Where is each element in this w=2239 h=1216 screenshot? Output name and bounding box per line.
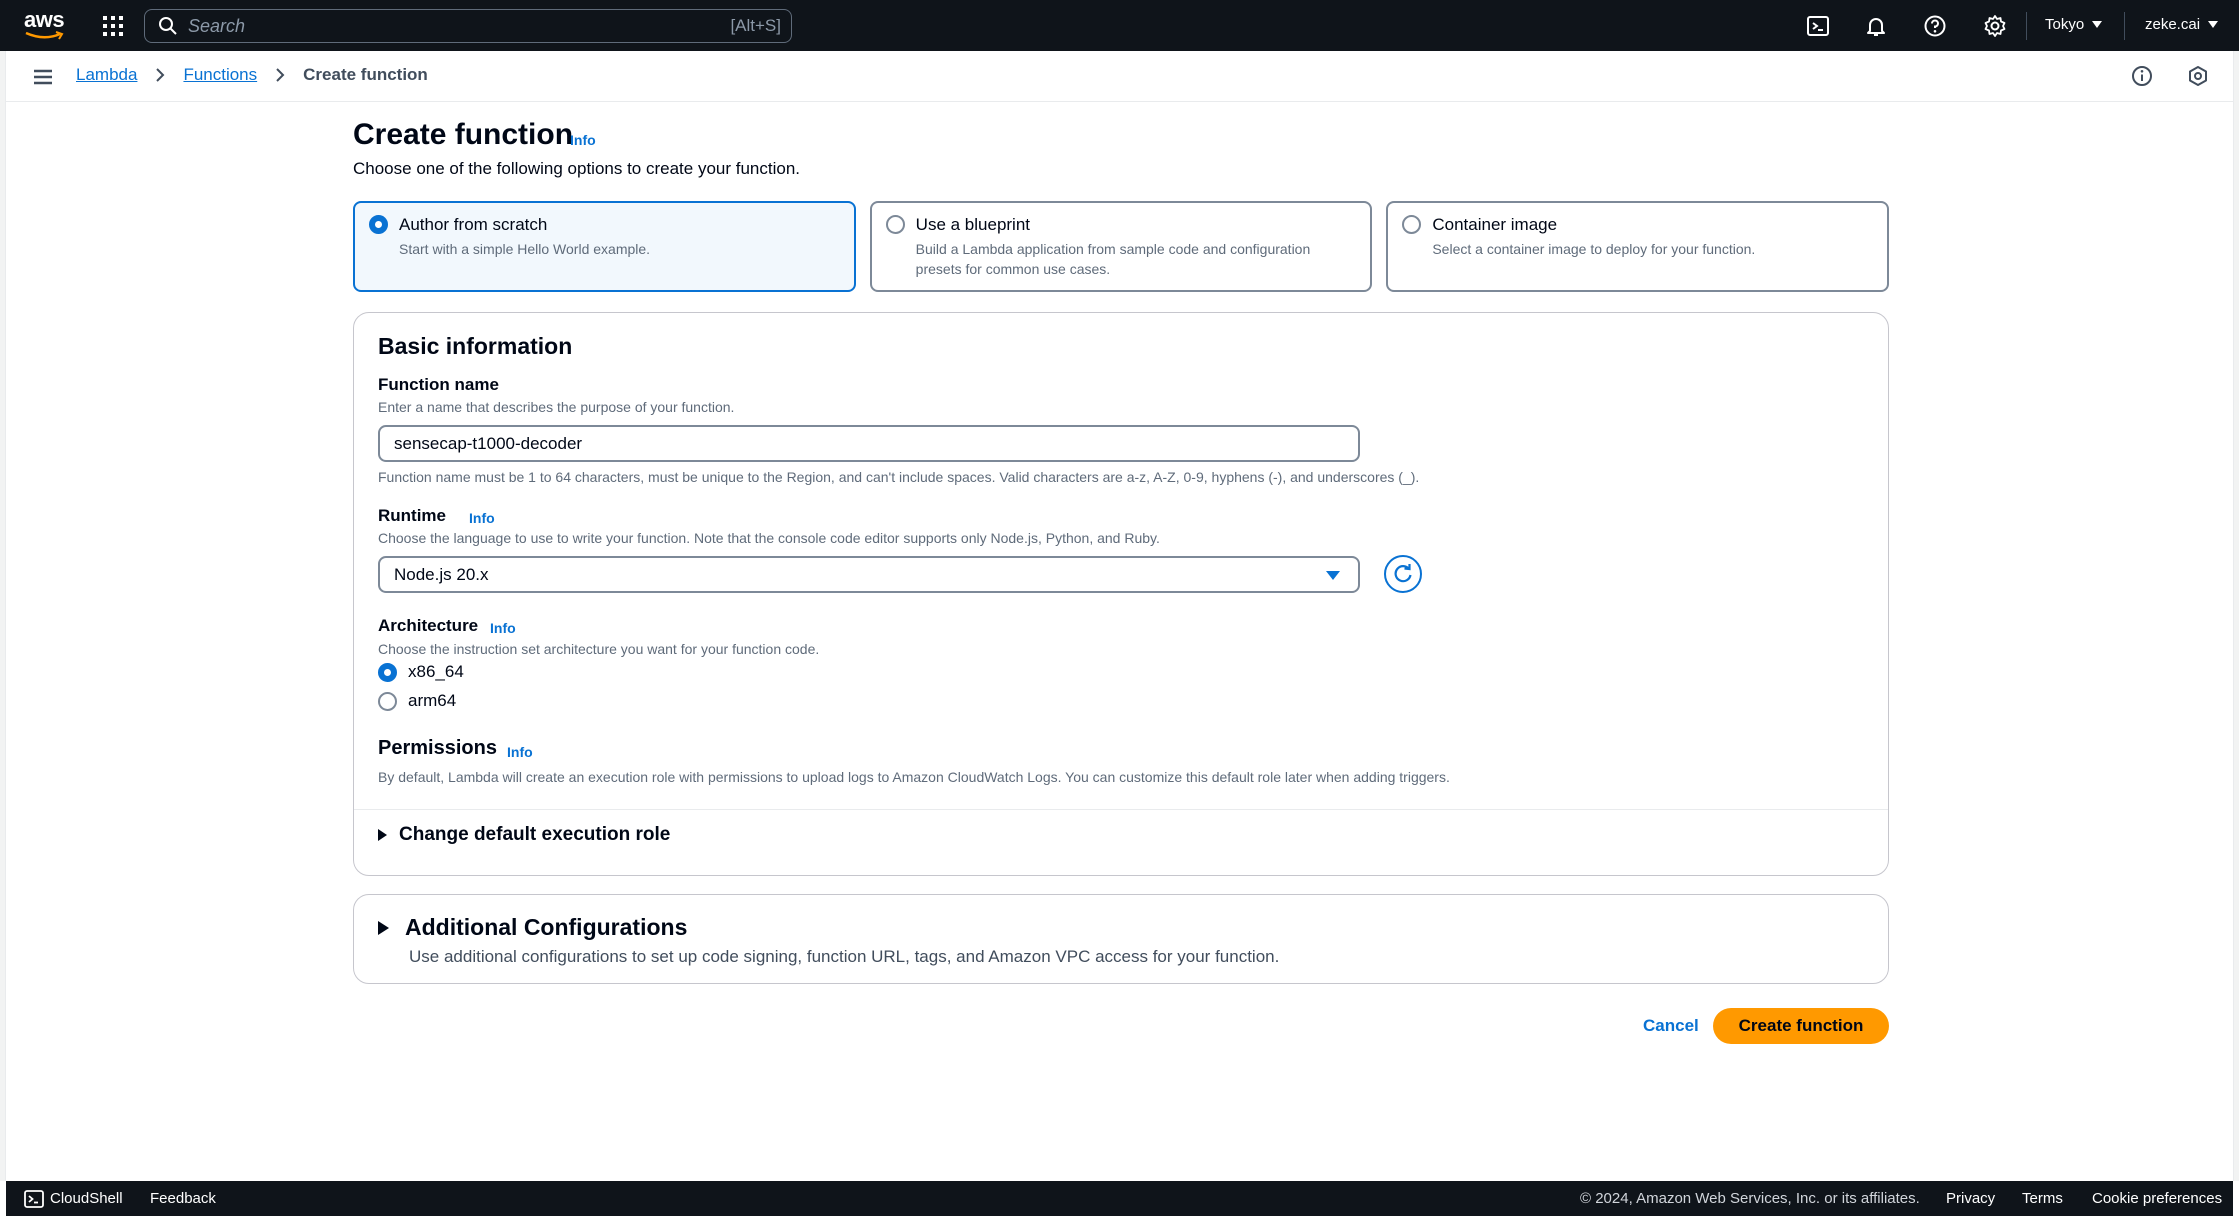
additional-configurations-expander[interactable]: Additional Configurations (378, 914, 687, 941)
change-execution-role-expander[interactable]: Change default execution role (378, 824, 670, 846)
breadcrumb-lambda[interactable]: Lambda (76, 65, 137, 85)
privacy-link[interactable]: Privacy (1946, 1190, 1995, 1207)
footer: CloudShell Feedback © 2024, Amazon Web S… (6, 1181, 2233, 1216)
runtime-info-link[interactable]: Info (469, 510, 495, 526)
runtime-select[interactable]: Node.js 20.x (378, 556, 1360, 593)
option-description: Select a container image to deploy for y… (1432, 241, 1756, 257)
radio-selected[interactable] (378, 662, 397, 682)
breadcrumb: Lambda Functions Create function (76, 65, 428, 85)
option-use-blueprint[interactable]: Use a blueprint Build a Lambda applicati… (869, 201, 1373, 292)
architecture-label: Architecture (378, 616, 479, 635)
architecture-info-link[interactable]: Info (490, 620, 516, 636)
option-description: Start with a simple Hello World example. (399, 241, 651, 257)
cookie-preferences-link[interactable]: Cookie preferences (2092, 1190, 2222, 1207)
search-shortcut: [Alt+S] (730, 16, 781, 35)
radio-unselected[interactable] (885, 215, 905, 234)
global-search[interactable]: [Alt+S] (144, 9, 792, 43)
basic-information-panel: Basic information Function name Enter a … (353, 312, 1889, 876)
caret-down-icon (2092, 21, 2103, 28)
architecture-option-x86[interactable]: x86_64 (378, 662, 464, 682)
cloudshell-icon (24, 1190, 44, 1208)
breadcrumb-current: Create function (303, 65, 428, 84)
function-name-description: Enter a name that describes the purpose … (378, 399, 735, 415)
chevron-right-icon (156, 68, 165, 82)
aws-smile-icon (25, 31, 64, 40)
gear-icon[interactable] (1983, 14, 2007, 38)
bell-icon[interactable] (1864, 14, 1888, 38)
nav-divider (2124, 12, 2125, 40)
option-author-from-scratch[interactable]: Author from scratch Start with a simple … (353, 201, 856, 292)
region-selector[interactable]: Tokyo (2045, 16, 2103, 33)
refresh-runtime-button[interactable] (1384, 555, 1422, 593)
creation-options: Author from scratch Start with a simple … (353, 201, 1890, 293)
breadcrumb-bar: Lambda Functions Create function (0, 51, 2239, 102)
architecture-option-label: arm64 (408, 691, 457, 710)
caret-down-icon (1326, 571, 1340, 580)
aws-logo[interactable]: aws (24, 9, 66, 41)
title-info-link[interactable]: Info (570, 132, 596, 148)
expander-label: Change default execution role (399, 824, 671, 845)
architecture-option-label: x86_64 (408, 662, 464, 681)
right-edge (2233, 51, 2239, 1181)
caret-right-icon (378, 920, 389, 935)
permissions-description: By default, Lambda will create an execut… (378, 769, 1450, 785)
left-edge (0, 51, 6, 1181)
permissions-info-link[interactable]: Info (507, 744, 533, 760)
permissions-heading: Permissions (378, 737, 497, 759)
caret-right-icon (378, 829, 387, 841)
cloudshell-link[interactable]: CloudShell (50, 1190, 123, 1207)
breadcrumb-functions[interactable]: Functions (183, 65, 257, 85)
grid-icon[interactable] (102, 15, 124, 37)
user-label: zeke.cai (2145, 16, 2201, 33)
search-icon (159, 17, 177, 35)
function-name-input[interactable] (378, 425, 1360, 462)
option-label: Author from scratch (399, 215, 548, 234)
feedback-link[interactable]: Feedback (150, 1190, 216, 1207)
architecture-option-arm64[interactable]: arm64 (378, 691, 456, 711)
additional-configurations-heading: Additional Configurations (405, 914, 688, 940)
account-menu[interactable]: zeke.cai (2145, 16, 2219, 33)
chevron-right-icon (276, 68, 285, 82)
region-label: Tokyo (2045, 16, 2085, 33)
runtime-label: Runtime (378, 506, 446, 525)
option-description: Build a Lambda application from sample c… (915, 241, 1311, 277)
function-name-label: Function name (378, 375, 499, 394)
additional-configurations-description: Use additional configurations to set up … (409, 947, 1280, 966)
runtime-value: Node.js 20.x (394, 565, 489, 584)
caret-down-icon (2208, 21, 2219, 28)
option-container-image[interactable]: Container image Select a container image… (1386, 201, 1890, 292)
aws-logo-text: aws (24, 7, 65, 32)
refresh-icon (1394, 564, 1412, 583)
runtime-description: Choose the language to use to write your… (378, 530, 1160, 546)
option-label: Container image (1432, 215, 1558, 234)
function-name-constraint: Function name must be 1 to 64 characters… (378, 469, 1420, 485)
nav-divider (2026, 12, 2027, 40)
architecture-description: Choose the instruction set architecture … (378, 641, 820, 657)
info-circle-icon[interactable] (2131, 65, 2153, 87)
option-label: Use a blueprint (915, 215, 1031, 234)
hexagon-icon[interactable] (2187, 65, 2209, 87)
terms-link[interactable]: Terms (2022, 1190, 2063, 1207)
hamburger-icon[interactable] (32, 67, 54, 87)
radio-unselected[interactable] (1402, 215, 1422, 234)
help-icon[interactable] (1923, 14, 1947, 38)
create-function-button[interactable]: Create function (1713, 1008, 1889, 1044)
copyright: © 2024, Amazon Web Services, Inc. or its… (1580, 1190, 1920, 1207)
radio-selected[interactable] (369, 215, 388, 234)
cloudshell-icon[interactable] (1806, 14, 1830, 38)
search-input[interactable] (188, 15, 708, 37)
radio-unselected[interactable] (378, 691, 397, 711)
additional-configurations-panel: Additional Configurations Use additional… (353, 894, 1889, 984)
cancel-button[interactable]: Cancel (1623, 1008, 1719, 1044)
basic-information-heading: Basic information (378, 333, 573, 359)
top-navigation: aws [Alt+S] (0, 0, 2239, 51)
page-description: Choose one of the following options to c… (353, 159, 801, 178)
panel-divider (354, 809, 1888, 810)
page-title: Create function (353, 118, 574, 151)
